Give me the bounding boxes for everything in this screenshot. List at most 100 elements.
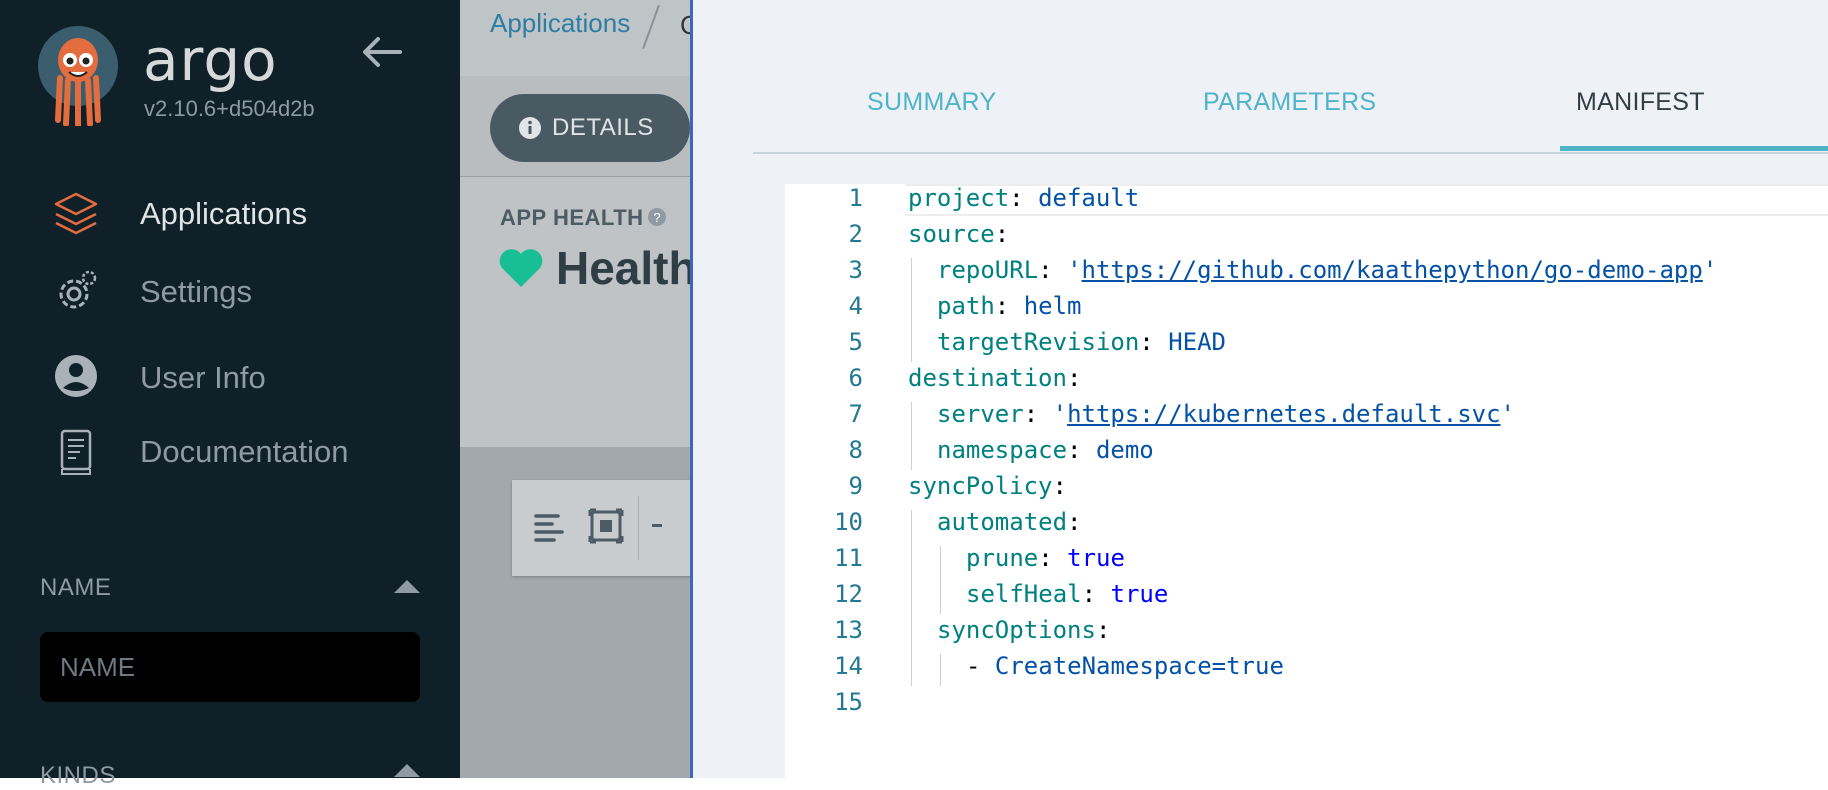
app-details-panel: SUMMARY PARAMETERS MANIFEST 1 project: de… — [690, 0, 1828, 778]
yaml-key: project — [908, 184, 1010, 212]
yaml-value: helm — [1023, 292, 1082, 320]
book-icon — [60, 429, 92, 475]
line-number-gutter: 2 — [785, 220, 863, 256]
breadcrumb-current: C — [680, 10, 690, 40]
manifest-editor[interactable]: 1 project: default 2 source: 3 repoURL: 'htt… — [785, 184, 1828, 778]
fit-to-screen-icon[interactable] — [588, 508, 624, 544]
line-number: 9 — [848, 472, 863, 500]
code-line: 2 source: — [785, 220, 1828, 256]
line-number-gutter: 10 — [785, 508, 863, 544]
code-line: 11 prune: true — [785, 544, 1828, 580]
graph-view-toolbar — [512, 480, 690, 576]
align-left-icon[interactable] — [532, 510, 568, 546]
code-text: targetRevision: HEAD — [937, 328, 1226, 356]
sidebar-item-documentation[interactable]: Documentation — [0, 428, 460, 498]
line-number-gutter: 4 — [785, 292, 863, 328]
yaml-value: default — [1038, 184, 1140, 212]
code-line: 8 namespace: demo — [785, 436, 1828, 472]
active-tab-indicator — [1560, 146, 1828, 151]
line-number: 3 — [848, 256, 863, 284]
sidebar-item-user-info[interactable]: User Info — [0, 354, 460, 424]
quote: ' — [1500, 400, 1515, 428]
code-line: 1 project: default — [785, 184, 1828, 220]
yaml-key: syncOptions — [937, 616, 1096, 644]
code-text: automated: — [937, 508, 1096, 536]
info-icon — [519, 117, 541, 139]
indent-guide — [911, 510, 912, 686]
yaml-key: path — [937, 292, 995, 320]
sidebar-item-settings[interactable]: Settings — [0, 268, 460, 338]
code-line: 4 path: helm — [785, 292, 1828, 328]
line-number: 2 — [848, 220, 863, 248]
code-line: 12 selfHeal: true — [785, 580, 1828, 616]
breadcrumb-applications-link[interactable]: Applications — [490, 8, 630, 39]
help-icon[interactable]: ? — [647, 207, 667, 227]
code-line: 6 destination: — [785, 364, 1828, 400]
code-text: project: default — [908, 184, 1140, 212]
svg-text:?: ? — [653, 210, 660, 225]
kinds-filter-collapse-caret-icon[interactable] — [394, 764, 420, 777]
line-number-gutter: 9 — [785, 472, 863, 508]
stack-icon — [54, 192, 98, 235]
list-dash: - — [966, 652, 995, 680]
indent-guide — [911, 402, 912, 470]
line-number: 7 — [848, 400, 863, 428]
quote: ' — [1067, 256, 1082, 284]
yaml-key: prune — [966, 544, 1039, 572]
tab-manifest[interactable]: MANIFEST — [1576, 88, 1705, 117]
yaml-url-link[interactable]: https://kubernetes.default.svc — [1067, 400, 1500, 428]
yaml-url-link[interactable]: https://github.com/kaathepython/go-demo-… — [1082, 256, 1703, 284]
kinds-filter-title: KINDS — [40, 762, 116, 789]
code-line: 9 syncPolicy: — [785, 472, 1828, 508]
app-health-title: APP HEALTH — [500, 205, 644, 230]
yaml-value: HEAD — [1168, 328, 1226, 356]
yaml-value: demo — [1095, 436, 1154, 464]
code-text: repoURL: 'https://github.com/kaathepytho… — [937, 256, 1718, 284]
line-number: 14 — [834, 652, 863, 680]
heart-icon — [499, 249, 543, 287]
name-filter-input[interactable] — [40, 632, 420, 702]
code-line: 5 targetRevision: HEAD — [785, 328, 1828, 364]
line-number: 5 — [848, 328, 863, 356]
indent-guide — [940, 546, 941, 614]
code-text: namespace: demo — [937, 436, 1154, 464]
top-bar: Applications C — [460, 0, 690, 77]
user-circle-icon — [55, 355, 97, 397]
code-text: selfHeal: true — [966, 580, 1169, 608]
yaml-key: source — [908, 220, 995, 248]
name-filter-collapse-caret-icon[interactable] — [394, 580, 420, 593]
line-number: 13 — [834, 616, 863, 644]
code-text: destination: — [908, 364, 1096, 392]
line-number-gutter: 12 — [785, 580, 863, 616]
yaml-boolean: true — [1110, 580, 1169, 608]
tab-parameters[interactable]: PARAMETERS — [1203, 88, 1376, 117]
argo-octopus-logo-icon — [55, 38, 101, 126]
collapse-sidebar-button[interactable] — [360, 34, 404, 70]
yaml-key: targetRevision — [937, 328, 1140, 356]
line-number: 6 — [848, 364, 863, 392]
yaml-key: syncPolicy — [908, 472, 1053, 500]
line-number-gutter: 7 — [785, 400, 863, 436]
line-number-gutter: 15 — [785, 688, 863, 724]
line-number: 10 — [834, 508, 863, 536]
details-button[interactable]: DETAILS — [490, 94, 690, 162]
brand-name: argo — [143, 26, 278, 94]
yaml-boolean: true — [1067, 544, 1125, 572]
app-health-status: Healthy — [556, 242, 690, 294]
yaml-key: destination — [908, 364, 1067, 392]
code-line: 7 server: 'https://kubernetes.default.svc… — [785, 400, 1828, 436]
app-version: v2.10.6+d504d2b — [144, 96, 315, 121]
gear-icon — [59, 270, 97, 309]
sidebar-item-label: Applications — [140, 196, 308, 231]
sidebar-item-label: User Info — [140, 360, 266, 395]
tab-summary[interactable]: SUMMARY — [867, 88, 996, 117]
sidebar-item-applications[interactable]: Applications — [0, 190, 460, 260]
indent-guide — [940, 654, 941, 686]
zoom-out-icon[interactable] — [652, 524, 662, 527]
line-number-gutter: 3 — [785, 256, 863, 292]
indent-guide — [911, 258, 912, 362]
line-number-gutter: 6 — [785, 364, 863, 400]
yaml-key: namespace — [937, 436, 1068, 464]
yaml-key: selfHeal — [966, 580, 1082, 608]
quote: ' — [1052, 400, 1068, 428]
